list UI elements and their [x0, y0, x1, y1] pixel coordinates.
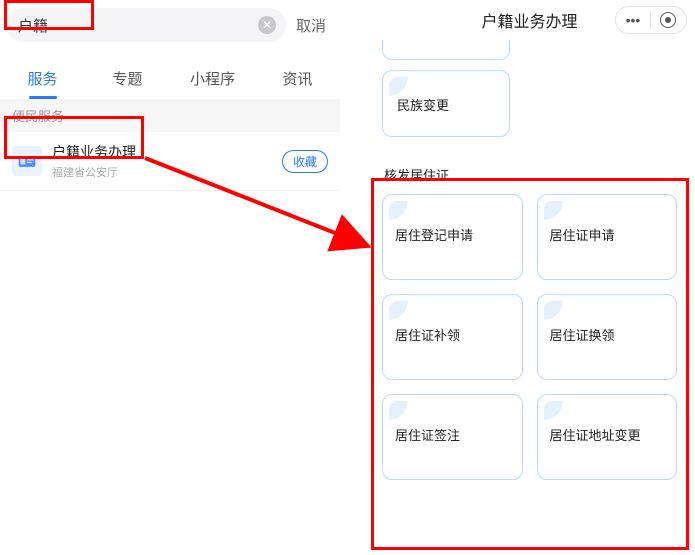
result-title: 户籍业务办理 [52, 142, 272, 162]
section-header: 便民服务 [0, 99, 340, 132]
search-input[interactable] [18, 17, 258, 34]
service-grid: 居住登记申请 居住证申请 居住证补领 居住证换领 居住证签注 居住证地址变更 [382, 194, 677, 480]
search-panel: ✕ 取消 服务 专题 小程序 资讯 便民服务 户籍业务办理 福建省公安厅 收藏 [0, 0, 340, 555]
section-title: 核发居住证 [384, 165, 677, 184]
service-card[interactable]: 居住证签注 [382, 394, 523, 480]
detail-header: 户籍业务办理 ••• [364, 0, 695, 40]
tab-topics[interactable]: 专题 [85, 60, 170, 99]
card-label: 居住证申请 [550, 225, 665, 244]
service-card[interactable]: 居住证地址变更 [537, 394, 678, 480]
service-card[interactable]: 居住证补领 [382, 294, 523, 380]
card-corner-icon [389, 201, 411, 223]
tabs: 服务 专题 小程序 资讯 [0, 50, 340, 99]
card-label: 居住登记申请 [395, 225, 510, 244]
service-card[interactable]: 居住证换领 [537, 294, 678, 380]
tab-miniapps[interactable]: 小程序 [170, 60, 255, 99]
service-card-ethnic[interactable]: 民族变更 [382, 70, 510, 137]
capsule-divider [650, 12, 651, 28]
more-icon[interactable]: ••• [626, 12, 641, 28]
result-subtitle: 福建省公安厅 [52, 164, 272, 180]
card-corner-icon [389, 401, 411, 423]
card-corner-icon [544, 201, 566, 223]
detail-panel: 户籍业务办理 ••• 民族变更 核发居住证 居住登记申请 居住证申请 [364, 0, 695, 555]
service-id-icon [12, 146, 42, 176]
card-label: 居住证地址变更 [550, 425, 665, 444]
miniapp-capsule: ••• [615, 6, 687, 34]
card-label: 民族变更 [397, 95, 495, 114]
card-corner-icon [389, 77, 411, 99]
service-card-cut[interactable] [382, 40, 510, 60]
search-box[interactable]: ✕ [6, 8, 286, 42]
search-row: ✕ 取消 [0, 0, 340, 50]
card-corner-icon [544, 301, 566, 323]
service-card[interactable]: 居住登记申请 [382, 194, 523, 280]
page-title: 户籍业务办理 [481, 8, 577, 32]
card-corner-icon [389, 301, 411, 323]
result-text: 户籍业务办理 福建省公安厅 [52, 142, 272, 180]
card-corner-icon [544, 401, 566, 423]
clear-icon[interactable]: ✕ [258, 16, 276, 34]
favorite-button[interactable]: 收藏 [282, 150, 328, 173]
cancel-button[interactable]: 取消 [296, 15, 334, 36]
close-icon[interactable] [660, 12, 676, 28]
tab-news[interactable]: 资讯 [255, 60, 340, 99]
result-item[interactable]: 户籍业务办理 福建省公安厅 收藏 [0, 132, 340, 191]
card-label: 居住证换领 [550, 325, 665, 344]
detail-body: 民族变更 核发居住证 居住登记申请 居住证申请 居住证补领 居住证换领 [364, 40, 695, 490]
card-label: 居住证补领 [395, 325, 510, 344]
card-label: 居住证签注 [395, 425, 510, 444]
tab-services[interactable]: 服务 [0, 60, 85, 99]
service-card[interactable]: 居住证申请 [537, 194, 678, 280]
